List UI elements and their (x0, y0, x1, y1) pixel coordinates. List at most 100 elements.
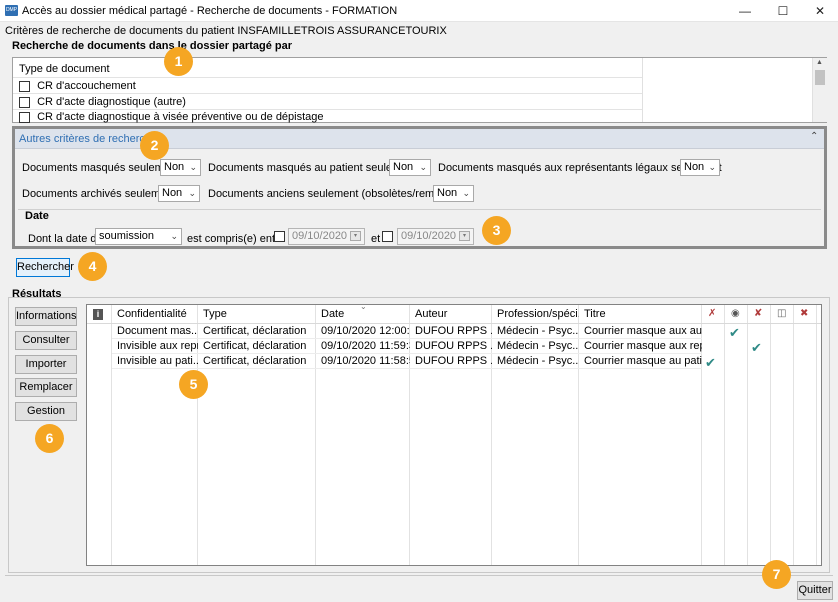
gestion-button[interactable]: Gestion (15, 402, 77, 421)
list-scrollbar[interactable]: ▲ (812, 58, 827, 122)
select-value: Non (393, 161, 414, 173)
from-date-checkbox[interactable] (274, 231, 285, 242)
doc-type-label: CR d'acte diagnostique à visée préventiv… (37, 111, 324, 123)
cell-profession: Médecin - Psyc... (497, 355, 579, 367)
archived-select[interactable]: Non ⌄ (158, 185, 200, 202)
other-criteria-header[interactable]: Autres critères de recherche ⌃ (15, 129, 824, 149)
title-bar: DMP Accès au dossier médical partagé - R… (0, 0, 838, 22)
cell-type: Certificat, déclaration (203, 325, 307, 337)
cell-date: 09/10/2020 11:59:31 (321, 340, 410, 352)
to-date-field[interactable]: 09/10/2020 ▾ (397, 228, 474, 245)
cell-date: 09/10/2020 11:58:55 (321, 355, 410, 367)
doc-type-label: CR d'accouchement (37, 80, 136, 92)
between-label: est compris(e) entre (187, 233, 285, 245)
masked-legal-icon: ✘ (754, 308, 763, 319)
status-column (702, 305, 725, 565)
footer-divider (5, 575, 833, 576)
archived-label: Documents archivés seulement (22, 188, 176, 200)
sort-desc-icon: ⌄ (360, 304, 367, 311)
doc-type-label: CR d'acte diagnostique (autre) (37, 96, 186, 108)
cell-author: DUFOU RPPS ... (415, 325, 492, 337)
to-date-checkbox[interactable] (382, 231, 393, 242)
chevron-down-icon: ⌄ (419, 162, 427, 172)
annotation-marker: 7 (762, 560, 791, 589)
masked-only-select[interactable]: Non ⌄ (160, 159, 201, 176)
cell-title: Courrier masque aux repr... (584, 340, 702, 352)
to-date-value: 09/10/2020 (401, 230, 457, 242)
window-title: Accès au dossier médical partagé - Reche… (22, 5, 398, 17)
annotation-marker: 6 (35, 424, 64, 453)
and-label: et (371, 233, 381, 245)
cell-date: 09/10/2020 12:00:09 (321, 325, 410, 337)
collapse-icon[interactable]: ⌃ (810, 131, 818, 142)
results-table[interactable]: i Confidentialité Type Date ⌄ Auteur Pro… (86, 304, 822, 566)
consulter-button[interactable]: Consulter (15, 331, 77, 350)
close-button[interactable]: ✕ (806, 0, 834, 22)
date-of-label: Dont la date de (28, 233, 103, 245)
annotation-marker: 5 (179, 370, 208, 399)
cell-author: DUFOU RPPS ... (415, 355, 492, 367)
doc-type-checkbox[interactable] (19, 96, 30, 108)
doc-type-checkbox[interactable] (19, 80, 30, 92)
check-icon: ✔ (705, 355, 716, 370)
other-criteria-title: Autres critères de recherche (19, 133, 158, 145)
select-value: Non (437, 187, 458, 199)
archive-icon: ◫ (777, 308, 787, 319)
chevron-down-icon: ⌄ (462, 188, 470, 198)
from-date-field[interactable]: 09/10/2020 ▾ (288, 228, 365, 245)
masked-patient-select[interactable]: Non ⌄ (389, 159, 431, 176)
column-header-profession[interactable]: Profession/spéci... (492, 305, 579, 324)
criteria-label: Critères de recherche de documents du pa… (5, 25, 447, 37)
annotation-marker: 1 (164, 47, 193, 76)
scroll-up-icon[interactable]: ▲ (816, 59, 823, 66)
cell-title: Courrier masque aux autr... (584, 325, 702, 337)
old-docs-select[interactable]: Non ⌄ (433, 185, 474, 202)
chevron-down-icon: ⌄ (170, 231, 178, 241)
annotation-marker: 4 (78, 252, 107, 281)
column-header-type[interactable]: Type (198, 305, 316, 324)
cell-author: DUFOU RPPS ... (415, 340, 492, 352)
chevron-down-icon: ⌄ (189, 162, 197, 172)
annotation-marker: 2 (140, 131, 169, 160)
masked-only-label: Documents masqués seulement (22, 162, 180, 174)
old-docs-label: Documents anciens seulement (obsolètes/r… (208, 188, 470, 200)
cell-confidentiality: Invisible aux repr... (117, 340, 198, 352)
scroll-thumb[interactable] (815, 70, 825, 85)
document-type-list[interactable]: Type de document CR d'accouchement CR d'… (12, 57, 827, 123)
doc-type-item[interactable]: CR d'acte diagnostique (autre) (19, 96, 186, 108)
status-column (725, 305, 748, 565)
chevron-down-icon: ⌄ (188, 188, 196, 198)
masked-patient-icon: ✗ (708, 308, 717, 319)
doc-type-item[interactable]: CR d'accouchement (19, 80, 136, 92)
calendar-icon[interactable]: ▾ (459, 231, 470, 241)
list-divider (13, 77, 642, 78)
column-header-author[interactable]: Auteur (410, 305, 492, 324)
column-header-title[interactable]: Titre (579, 305, 702, 324)
date-group-title: Date (25, 210, 49, 222)
quit-button[interactable]: Quitter (797, 581, 833, 600)
date-type-select[interactable]: soumission ⌄ (95, 228, 182, 245)
check-icon: ✔ (729, 325, 740, 340)
maximize-button[interactable]: ☐ (769, 0, 797, 22)
annotation-marker: 3 (482, 216, 511, 245)
other-criteria-panel: Autres critères de recherche ⌃ Documents… (12, 126, 827, 249)
select-value: soumission (99, 230, 155, 242)
select-value: Non (684, 161, 705, 173)
document-type-header: Type de document (19, 63, 110, 75)
date-group: Date Dont la date de soumission ⌄ est com… (18, 209, 821, 246)
importer-button[interactable]: Importer (15, 355, 77, 374)
search-button[interactable]: Rechercher (16, 258, 74, 277)
app-icon: DMP (5, 5, 18, 16)
chevron-down-icon: ⌄ (708, 162, 716, 172)
minimize-button[interactable]: — (731, 0, 759, 22)
remplacer-button[interactable]: Remplacer (15, 378, 77, 397)
cell-title: Courrier masque au patient (584, 355, 702, 367)
doc-type-item[interactable]: CR d'acte diagnostique à visée préventiv… (19, 111, 324, 123)
masked-legal-select[interactable]: Non ⌄ (680, 159, 720, 176)
cell-confidentiality: Invisible au pati... (117, 355, 198, 367)
doc-type-checkbox[interactable] (19, 111, 30, 123)
informations-button[interactable]: Informations (15, 307, 77, 326)
cell-profession: Médecin - Psyc... (497, 340, 579, 352)
column-header-confidentiality[interactable]: Confidentialité (112, 305, 198, 324)
calendar-icon[interactable]: ▾ (350, 231, 361, 241)
